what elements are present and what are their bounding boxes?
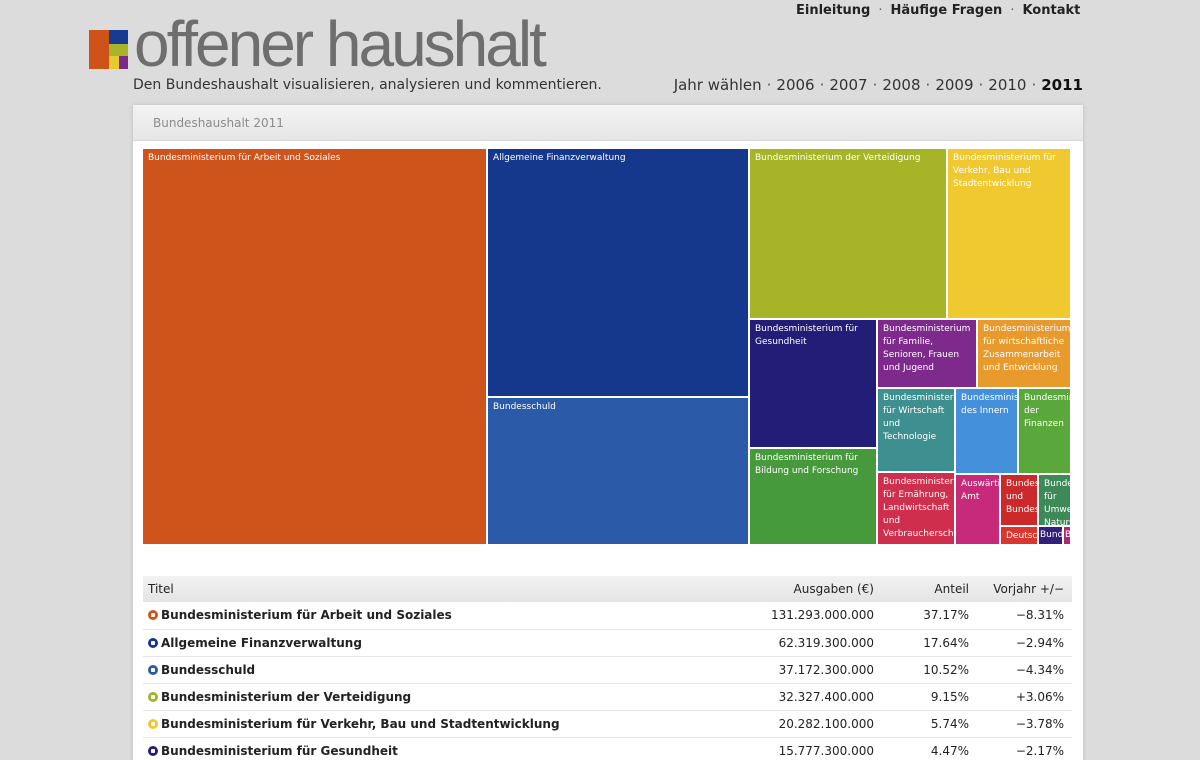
treemap-tile[interactable]: Auswärtiges Amt — [956, 475, 1001, 546]
row-change: −4.34% — [977, 656, 1072, 684]
row-link-icon — [148, 610, 158, 621]
nav-kontakt[interactable]: Kontakt — [1022, 3, 1080, 18]
logo-square-blue — [109, 30, 128, 44]
table-row[interactable]: Bundesschuld 37.172.300.000 10.52% −4.34% — [143, 656, 1072, 684]
treemap-tile[interactable]: Bundesministerium für Familie, Senioren,… — [878, 320, 978, 389]
row-title-text: Bundesministerium für Verkehr, Bau und S… — [161, 716, 560, 731]
row-spend: 15.777.300.000 — [732, 737, 882, 760]
year-link-2007[interactable]: 2007 — [829, 76, 867, 94]
logo-square-purple — [119, 56, 128, 69]
column-header-prev[interactable]: Vorjahr +/− — [977, 576, 1072, 602]
table-body: Bundesministerium für Arbeit und Soziale… — [143, 602, 1072, 760]
treemap-tile[interactable]: Allgemeine Finanzverwaltung — [488, 149, 750, 398]
logo-square-orange — [89, 30, 109, 69]
treemap-tile[interactable]: Bundesministerium der Finanzen — [1019, 389, 1072, 475]
year-link-2009[interactable]: 2009 — [935, 76, 973, 94]
table-row[interactable]: Bundesministerium für Verkehr, Bau und S… — [143, 710, 1072, 738]
nav-separator: · — [1010, 3, 1015, 18]
treemap-tile[interactable]: Bundesschuld — [488, 398, 750, 546]
row-share: 4.47% — [882, 737, 977, 760]
logo-square-yellow — [109, 56, 119, 69]
row-title-text: Bundesministerium für Gesundheit — [161, 743, 398, 758]
nav-haeufige-fragen[interactable]: Häufige Fragen — [891, 3, 1003, 18]
row-title[interactable]: Bundesministerium für Gesundheit — [143, 737, 732, 760]
row-title-text: Allgemeine Finanzverwaltung — [161, 635, 362, 650]
row-spend: 37.172.300.000 — [732, 656, 882, 684]
year-link-2006[interactable]: 2006 — [776, 76, 814, 94]
table-row[interactable]: Allgemeine Finanzverwaltung 62.319.300.00… — [143, 629, 1072, 657]
row-share: 37.17% — [882, 602, 977, 630]
row-spend: 32.327.400.000 — [732, 683, 882, 711]
budget-panel: Bundeshaushalt 2011 Bundesministerium fü… — [133, 105, 1083, 760]
row-change: −8.31% — [977, 602, 1072, 630]
row-share: 9.15% — [882, 683, 977, 711]
row-title[interactable]: Allgemeine Finanzverwaltung — [143, 629, 732, 657]
panel-title: Bundeshaushalt 2011 — [133, 105, 1083, 141]
row-title-text: Bundesschuld — [161, 662, 256, 677]
nav-einleitung[interactable]: Einleitung — [796, 3, 870, 18]
treemap-tile[interactable]: Bundesministerium für Wirtschaft und Tec… — [878, 389, 956, 473]
row-title[interactable]: Bundesministerium der Verteidigung — [143, 683, 732, 711]
budget-treemap: Bundesministerium für Arbeit und Soziale… — [143, 149, 1072, 546]
year-link-2008[interactable]: 2008 — [882, 76, 920, 94]
nav-separator: · — [878, 3, 883, 18]
row-link-icon — [148, 637, 158, 648]
row-change: −2.94% — [977, 629, 1072, 657]
row-title[interactable]: Bundesministerium für Verkehr, Bau und S… — [143, 710, 732, 738]
treemap-tile[interactable]: Bundesministerium für Verkehr, Bau und S… — [948, 149, 1072, 320]
row-link-icon — [148, 745, 158, 756]
row-share: 5.74% — [882, 710, 977, 738]
row-spend: 131.293.000.000 — [732, 602, 882, 630]
row-change: −3.78% — [977, 710, 1072, 738]
year-selector-label: Jahr wählen — [673, 76, 762, 94]
budget-table: Titel Ausgaben (€) Anteil Vorjahr +/− Bu… — [143, 576, 1072, 760]
year-separator: · — [872, 76, 878, 94]
treemap-tile[interactable]: Bundesministerium des Innern — [956, 389, 1019, 475]
treemap-tile[interactable]: Bundesministerium für Ernährung, Landwir… — [878, 473, 956, 546]
treemap-tile[interactable]: Bundesverfassungsgericht — [1039, 527, 1064, 546]
row-title[interactable]: Bundesschuld — [143, 656, 732, 684]
row-share: 10.52% — [882, 656, 977, 684]
treemap-tile[interactable]: Bundesministerium für Umwelt, Naturschut… — [1039, 475, 1072, 527]
year-selector: Jahr wählen · 2006 · 2007 · 2008 · 2009 … — [674, 76, 1083, 94]
row-title-text: Bundesministerium für Arbeit und Soziale… — [161, 608, 452, 623]
treemap-tile[interactable]: Bundesministerium für Arbeit und Soziale… — [143, 149, 488, 546]
row-title-text: Bundesministerium der Verteidigung — [161, 689, 412, 704]
logo — [89, 30, 128, 69]
row-change: −2.17% — [977, 737, 1072, 760]
top-navigation: Einleitung · Häufige Fragen · Kontakt — [796, 3, 1080, 18]
year-separator: · — [978, 76, 984, 94]
row-link-icon — [148, 718, 158, 729]
table-header-row: Titel Ausgaben (€) Anteil Vorjahr +/− — [143, 576, 1072, 602]
table-row[interactable]: Bundesministerium für Gesundheit 15.777.3… — [143, 737, 1072, 760]
logo-square-green — [109, 44, 128, 56]
table-row[interactable]: Bundesministerium für Arbeit und Soziale… — [143, 602, 1072, 630]
site-title[interactable]: offener haushalt — [134, 4, 547, 84]
column-header-share[interactable]: Anteil — [882, 576, 977, 602]
treemap-tile[interactable]: Bundesministerium der Verteidigung — [750, 149, 948, 320]
treemap-tile[interactable]: Bundesministerium für Bildung und Forsch… — [750, 449, 878, 546]
column-header-spend[interactable]: Ausgaben (€) — [732, 576, 882, 602]
treemap-tile[interactable]: Bundeskanzlerin und Bundeskanzleramt — [1001, 475, 1039, 527]
year-separator: · — [1031, 76, 1037, 94]
treemap-tile[interactable]: Bundesministerium für Gesundheit — [750, 320, 878, 449]
row-share: 17.64% — [882, 629, 977, 657]
treemap-tile[interactable]: Bundesrechnungshof — [1064, 527, 1072, 546]
table-row[interactable]: Bundesministerium der Verteidigung 32.327… — [143, 683, 1072, 711]
year-separator: · — [925, 76, 931, 94]
row-title[interactable]: Bundesministerium für Arbeit und Soziale… — [143, 602, 732, 630]
column-header-title[interactable]: Titel — [143, 576, 732, 602]
year-separator: · — [819, 76, 825, 94]
year-link-2011[interactable]: 2011 — [1041, 76, 1083, 94]
row-link-icon — [148, 664, 158, 675]
row-spend: 62.319.300.000 — [732, 629, 882, 657]
year-separator: · — [766, 76, 772, 94]
treemap-tile[interactable]: Bundesministerium für wirtschaftliche Zu… — [978, 320, 1072, 389]
row-spend: 20.282.100.000 — [732, 710, 882, 738]
row-change: +3.06% — [977, 683, 1072, 711]
year-link-2010[interactable]: 2010 — [988, 76, 1026, 94]
row-link-icon — [148, 691, 158, 702]
treemap-tile[interactable]: Deutscher Bundestag — [1001, 527, 1039, 546]
site-tagline: Den Bundeshaushalt visualisieren, analys… — [133, 77, 602, 93]
